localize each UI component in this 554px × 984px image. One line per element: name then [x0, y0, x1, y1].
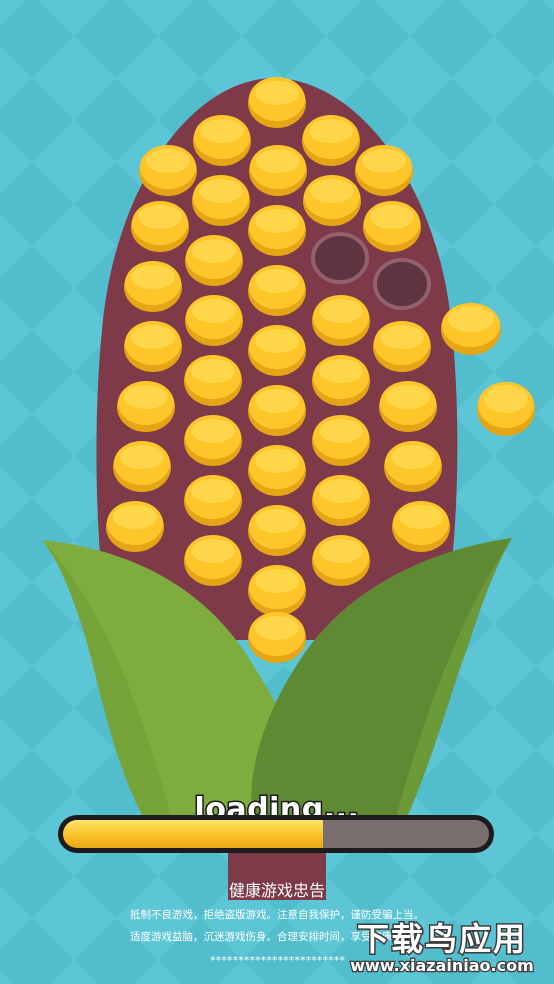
corn-kernel[interactable]: [248, 265, 306, 316]
corn-kernel[interactable]: [312, 535, 370, 586]
corn-kernel[interactable]: [139, 145, 197, 196]
corn-kernel[interactable]: [248, 205, 306, 256]
corn-kernel[interactable]: [248, 385, 306, 436]
corn-kernel[interactable]: [312, 475, 370, 526]
corn-kernel[interactable]: [373, 321, 431, 372]
empty-kernel-hole: [311, 232, 369, 284]
corn-kernel[interactable]: [131, 201, 189, 252]
corn-kernel[interactable]: [379, 381, 437, 432]
corn-kernel[interactable]: [184, 535, 242, 586]
corn-kernel[interactable]: [312, 415, 370, 466]
corn-kernel[interactable]: [124, 261, 182, 312]
corn-kernel[interactable]: [184, 415, 242, 466]
loading-progress-bar: [58, 815, 494, 853]
corn-kernel[interactable]: [113, 441, 171, 492]
corn-kernel[interactable]: [184, 475, 242, 526]
corn-kernel[interactable]: [303, 175, 361, 226]
corn-kernel[interactable]: [184, 355, 242, 406]
corn-kernel[interactable]: [249, 145, 307, 196]
corn-kernel[interactable]: [193, 115, 251, 166]
corn-kernel[interactable]: [384, 441, 442, 492]
corn-kernel[interactable]: [302, 115, 360, 166]
corn-kernel[interactable]: [392, 501, 450, 552]
progress-track: [63, 820, 489, 848]
flying-kernel: [477, 382, 535, 436]
corn-kernel[interactable]: [124, 321, 182, 372]
corn-kernel[interactable]: [185, 295, 243, 346]
corn-kernel[interactable]: [248, 77, 306, 128]
watermark-url: www.xiazainiao.com: [349, 955, 535, 977]
corn-kernel[interactable]: [248, 445, 306, 496]
empty-kernel-hole: [373, 258, 431, 310]
corn-kernel[interactable]: [185, 235, 243, 286]
corn-kernel[interactable]: [363, 201, 421, 252]
corn-kernel[interactable]: [248, 505, 306, 556]
corn-kernel[interactable]: [106, 501, 164, 552]
corn-kernel[interactable]: [117, 381, 175, 432]
site-watermark: 下载鸟应用 www.xiazainiao.com: [333, 906, 551, 980]
corn-kernel[interactable]: [312, 295, 370, 346]
corn-kernel[interactable]: [355, 145, 413, 196]
flying-kernel: [441, 303, 501, 355]
corn-kernel[interactable]: [248, 612, 306, 663]
watermark-title: 下载鸟应用: [355, 919, 527, 960]
corn-kernel[interactable]: [192, 175, 250, 226]
health-notice-title: 健康游戏忠告: [228, 881, 325, 900]
corn-kernel[interactable]: [312, 355, 370, 406]
corn-kernel[interactable]: [248, 325, 306, 376]
corn-kernel[interactable]: [248, 565, 306, 616]
progress-fill: [63, 820, 323, 848]
